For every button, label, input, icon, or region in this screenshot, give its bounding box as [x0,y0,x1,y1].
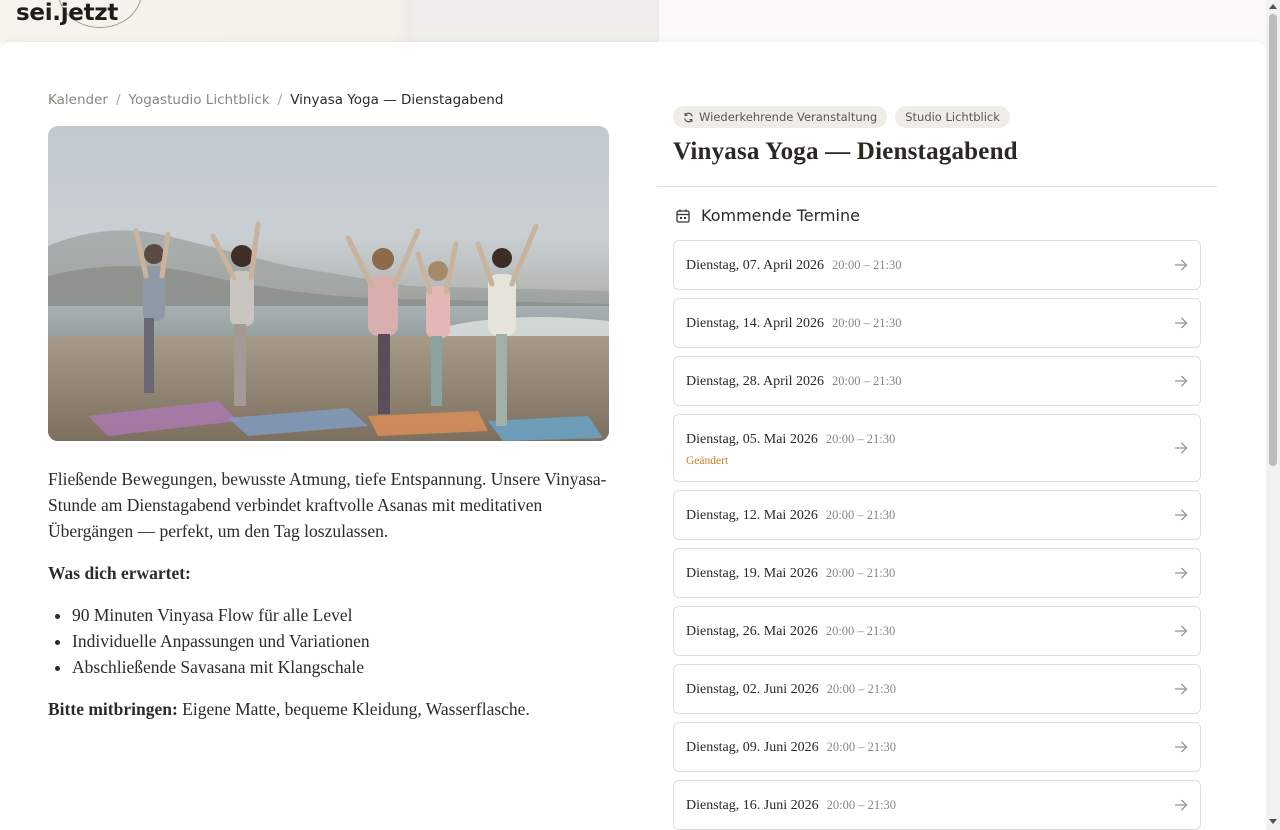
arrow-right-icon [1175,567,1188,579]
time-label: 20:00 – 21:30 [826,740,897,754]
date-row[interactable]: Dienstag, 02. Juni 2026 20:00 – 21:30 [673,664,1201,714]
date-label: Dienstag, 07. April 2026 [686,258,825,273]
studio-chip[interactable]: Studio Lichtblick [895,106,1010,128]
date-row[interactable]: Dienstag, 26. Mai 2026 20:00 – 21:30 [673,606,1201,656]
studio-chip-label: Studio Lichtblick [905,110,1000,124]
upcoming-heading: Kommende Termine [675,206,860,225]
date-label: Dienstag, 12. Mai 2026 [686,508,818,523]
date-row[interactable]: Dienstag, 09. Juni 2026 20:00 – 21:30 [673,722,1201,772]
arrow-right-icon [1175,317,1188,329]
date-label: Dienstag, 02. Juni 2026 [686,682,819,697]
bring-text: Eigene Matte, bequeme Kleidung, Wasserfl… [177,699,530,719]
time-label: 20:00 – 21:30 [826,682,897,696]
list-item: 90 Minuten Vinyasa Flow für alle Level [72,602,608,628]
breadcrumb-studio[interactable]: Yogastudio Lichtblick [129,92,270,108]
scroll-thumb[interactable] [1269,14,1277,466]
scrollbar[interactable] [1266,0,1280,830]
date-label: Dienstag, 19. Mai 2026 [686,566,818,581]
expect-heading: Was dich erwartet: [48,563,191,583]
date-row[interactable]: Dienstag, 07. April 2026 20:00 – 21:30 [673,240,1201,290]
arrow-right-icon [1175,741,1188,753]
page-title: Vinyasa Yoga — Dienstagabend [673,138,1018,165]
date-row[interactable]: Dienstag, 28. April 2026 20:00 – 21:30 [673,356,1201,406]
recurring-chip: Wiederkehrende Veranstaltung [673,106,888,128]
divider [657,186,1217,187]
event-tags: Wiederkehrende Veranstaltung Studio Lich… [673,106,1010,128]
date-label: Dienstag, 09. Juni 2026 [686,740,819,755]
arrow-right-icon [1175,799,1188,811]
scroll-up-icon[interactable] [1269,4,1277,9]
refresh-icon [684,112,693,122]
time-label: 20:00 – 21:30 [826,798,897,812]
arrow-right-icon [1175,259,1188,271]
bring-paragraph: Bitte mitbringen: Eigene Matte, bequeme … [48,696,608,722]
time-label: 20:00 – 21:30 [832,258,902,272]
breadcrumb-kalender[interactable]: Kalender [48,92,108,108]
breadcrumb-separator: / [115,92,121,108]
dates-list: Dienstag, 07. April 2026 20:00 – 21:30 Die… [673,240,1201,830]
date-row[interactable]: Dienstag, 12. Mai 2026 20:00 – 21:30 [673,490,1201,540]
bring-label: Bitte mitbringen: [48,699,178,719]
header-banner: sei.jetzt [0,0,659,42]
time-label: 20:00 – 21:30 [825,432,896,446]
event-image [48,126,609,441]
list-item: Individuelle Anpassungen und Variationen [72,628,608,654]
arrow-right-icon [1175,442,1188,454]
date-label: Dienstag, 26. Mai 2026 [686,624,818,639]
event-description: Fließende Bewegungen, bewusste Atmung, t… [48,466,608,738]
arrow-right-icon [1175,683,1188,695]
arrow-right-icon [1175,625,1188,637]
breadcrumb: Kalender / Yogastudio Lichtblick / Vinya… [48,92,503,108]
time-label: 20:00 – 21:30 [832,374,902,388]
time-label: 20:00 – 21:30 [825,624,896,638]
arrow-right-icon [1175,509,1188,521]
changed-badge: Geändert [686,455,729,467]
scroll-down-icon[interactable] [1269,819,1277,824]
top-header: sei.jetzt [0,0,1280,44]
date-row[interactable]: Dienstag, 16. Juni 2026 20:00 – 21:30 [673,780,1201,830]
breadcrumb-separator: / [277,92,283,108]
date-label: Dienstag, 14. April 2026 [686,316,825,331]
date-row[interactable]: Dienstag, 05. Mai 2026 20:00 – 21:30 Geänd… [673,414,1201,482]
time-label: 20:00 – 21:30 [825,566,896,580]
breadcrumb-current: Vinyasa Yoga — Dienstagabend [290,92,504,108]
description-intro: Fließende Bewegungen, bewusste Atmung, t… [48,469,607,541]
logo[interactable]: sei.jetzt [16,0,118,26]
expect-list: 90 Minuten Vinyasa Flow für alle Level I… [72,602,608,680]
upcoming-heading-label: Kommende Termine [701,206,860,225]
arrow-right-icon [1175,375,1188,387]
time-label: 20:00 – 21:30 [832,316,902,330]
date-row[interactable]: Dienstag, 19. Mai 2026 20:00 – 21:30 [673,548,1201,598]
recurring-chip-label: Wiederkehrende Veranstaltung [699,110,878,124]
date-label: Dienstag, 28. April 2026 [686,374,825,389]
date-label: Dienstag, 16. Juni 2026 [686,798,819,813]
date-row[interactable]: Dienstag, 14. April 2026 20:00 – 21:30 [673,298,1201,348]
list-item: Abschließende Savasana mit Klangschale [72,654,608,680]
time-label: 20:00 – 21:30 [825,508,896,522]
calendar-icon [676,209,690,223]
date-label: Dienstag, 05. Mai 2026 [686,432,818,447]
